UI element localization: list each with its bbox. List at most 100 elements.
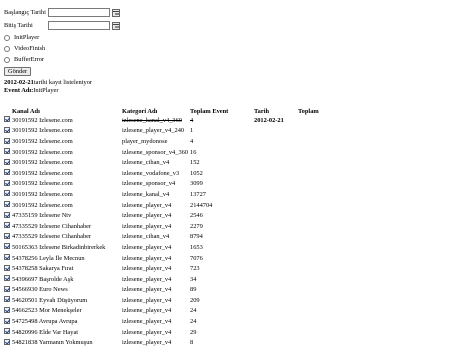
cell-tarih: [254, 210, 298, 221]
row-checkbox[interactable]: [4, 137, 10, 144]
cell-tarih: [254, 263, 298, 274]
radio-button[interactable]: [4, 34, 10, 41]
kanal-name: 30191592 Izlesene.com: [12, 148, 73, 156]
cell-kategori: izlesene_player_v4: [122, 201, 172, 209]
row-checkbox[interactable]: [4, 190, 10, 197]
cell-kanal: 54725498 Avrupa Avrupa: [4, 316, 122, 327]
row-checkbox[interactable]: [4, 148, 10, 155]
cell-toplam-event: 8794: [190, 233, 203, 241]
table-row: 47335159 Izlesene Ntv izlesene_player_v4 2…: [4, 210, 338, 221]
radio-label-videofinish: VideoFinish: [14, 45, 46, 52]
radio-button[interactable]: [4, 56, 10, 63]
cell-tarih: [254, 242, 298, 253]
cell-kategori: izlesene_cihan_v4: [122, 233, 170, 241]
cell-tarih: [254, 316, 298, 327]
cell-toplam-event: 209: [190, 296, 200, 304]
kanal-name: 47335159 Izlesene Ntv: [12, 212, 72, 220]
cell-kategori: izlesene_player_v4: [122, 243, 172, 251]
calendar-icon[interactable]: [112, 21, 120, 30]
cell-kanal: 30191592 Izlesene.com: [4, 200, 122, 211]
cell-kategori: izlesene_sponsor_v4_360: [122, 148, 189, 156]
cell-kategori: izlesene_player_v4: [122, 286, 172, 294]
cell-kanal: 47335159 Izlesene Ntv: [4, 210, 122, 221]
row-checkbox[interactable]: [4, 307, 10, 314]
radio-videofinish[interactable]: VideoFinish: [4, 45, 45, 52]
cell-kanal: 30191592 Izlesene.com: [4, 147, 122, 158]
cell-toplam: [298, 115, 338, 126]
cell-kanal: 30191592 Izlesene.com: [4, 157, 122, 168]
row-checkbox[interactable]: [4, 201, 10, 208]
kanal-name: 30191592 Izlesene.com: [12, 201, 73, 209]
start-date-input[interactable]: [48, 8, 110, 17]
radio-button[interactable]: [4, 45, 10, 52]
cell-toplam: [298, 147, 338, 158]
cell-toplam-event: 24: [190, 318, 197, 326]
cell-kategori: izlesene_player_v4: [122, 328, 172, 336]
submit-button[interactable]: Gönder: [4, 67, 32, 76]
kanal-name: 54378256 Leyla İle Mecnun: [12, 254, 85, 262]
row-checkbox[interactable]: [4, 116, 10, 123]
cell-kanal: 54620501 Eyvah Düşüyorum: [4, 295, 122, 306]
row-checkbox[interactable]: [4, 275, 10, 282]
cell-toplam: [298, 316, 338, 327]
cell-toplam: [298, 168, 338, 179]
cell-toplam: [298, 136, 338, 147]
cell-kanal: 54821838 Yarmanın Yokmuşun: [4, 337, 122, 348]
row-checkbox[interactable]: [4, 338, 10, 345]
header-toplam-event: Toplam Event: [190, 108, 229, 115]
cell-kanal: 54820996 Elde Var Hayat: [4, 327, 122, 338]
cell-kategori: izlesene_cihan_v4: [122, 159, 170, 167]
table-row: 30191592 Izlesene.com izlesene_kanal_v4 13…: [4, 189, 338, 200]
table-row: 30191592 Izlesene.com izlesene_player_v4 2…: [4, 200, 338, 211]
row-checkbox[interactable]: [4, 169, 10, 176]
row-checkbox[interactable]: [4, 243, 10, 250]
cell-kategori: izlesene_player_v4: [122, 275, 172, 283]
cell-tarih: [254, 327, 298, 338]
row-checkbox[interactable]: [4, 158, 10, 165]
cell-kategori: izlesene_vodafone_v3: [122, 169, 180, 177]
event-summary: Event Adı: InitPlayer: [4, 87, 59, 94]
kanal-name: 30191592 Izlesene.com: [12, 190, 73, 198]
radio-initplayer[interactable]: InitPlayer: [4, 34, 39, 41]
row-checkbox[interactable]: [4, 285, 10, 292]
kanal-name: 30191592 Izlesene.com: [12, 169, 73, 177]
cell-tarih: [254, 285, 298, 296]
kanal-name: 30191592 Izlesene.com: [12, 159, 73, 167]
row-checkbox[interactable]: [4, 328, 10, 335]
cell-toplam-event: 2279: [190, 222, 203, 230]
kanal-name: 50165363 Izlesene Birkadinbirerkek: [12, 243, 106, 251]
cell-tarih: [254, 179, 298, 190]
table-row: 54820996 Elde Var Hayat izlesene_player_v…: [4, 327, 338, 338]
cell-kanal: 47335529 Izlesene Cihanhaber: [4, 221, 122, 232]
cell-toplam: [298, 200, 338, 211]
table-row: 30191592 Izlesene.com player_mydonose 4: [4, 136, 338, 147]
cell-kanal: 30191592 Izlesene.com: [4, 126, 122, 137]
cell-tarih: 2012-02-21: [254, 116, 284, 124]
cell-kategori: izlesene_player_v4: [122, 318, 172, 326]
cell-toplam: [298, 263, 338, 274]
end-date-input[interactable]: [48, 21, 110, 30]
row-checkbox[interactable]: [4, 317, 10, 324]
listing-date: 2012-02-21: [4, 79, 34, 86]
kanal-name: 30191592 Izlesene.com: [12, 180, 73, 188]
row-checkbox[interactable]: [4, 126, 10, 133]
cell-kategori: izlesene_player_v4: [122, 254, 172, 262]
cell-toplam-event: 1052: [190, 169, 203, 177]
header-tarih: Tarih: [254, 108, 270, 115]
row-checkbox[interactable]: [4, 232, 10, 239]
row-checkbox[interactable]: [4, 254, 10, 261]
cell-toplam: [298, 126, 338, 137]
row-checkbox[interactable]: [4, 179, 10, 186]
row-checkbox[interactable]: [4, 222, 10, 229]
calendar-icon[interactable]: [112, 8, 120, 17]
cell-toplam-event: 2144704: [190, 201, 213, 209]
cell-tarih: [254, 295, 298, 306]
row-checkbox[interactable]: [4, 211, 10, 218]
cell-toplam: [298, 232, 338, 243]
start-date-label: Başlangıç Tarihi: [4, 9, 46, 16]
table-row: 30191592 Izlesene.com izlesene_cihan_v4 15…: [4, 157, 338, 168]
row-checkbox[interactable]: [4, 296, 10, 303]
radio-buffererror[interactable]: BufferError: [4, 56, 44, 63]
row-checkbox[interactable]: [4, 264, 10, 271]
radio-label-buffererror: BufferError: [14, 56, 45, 63]
